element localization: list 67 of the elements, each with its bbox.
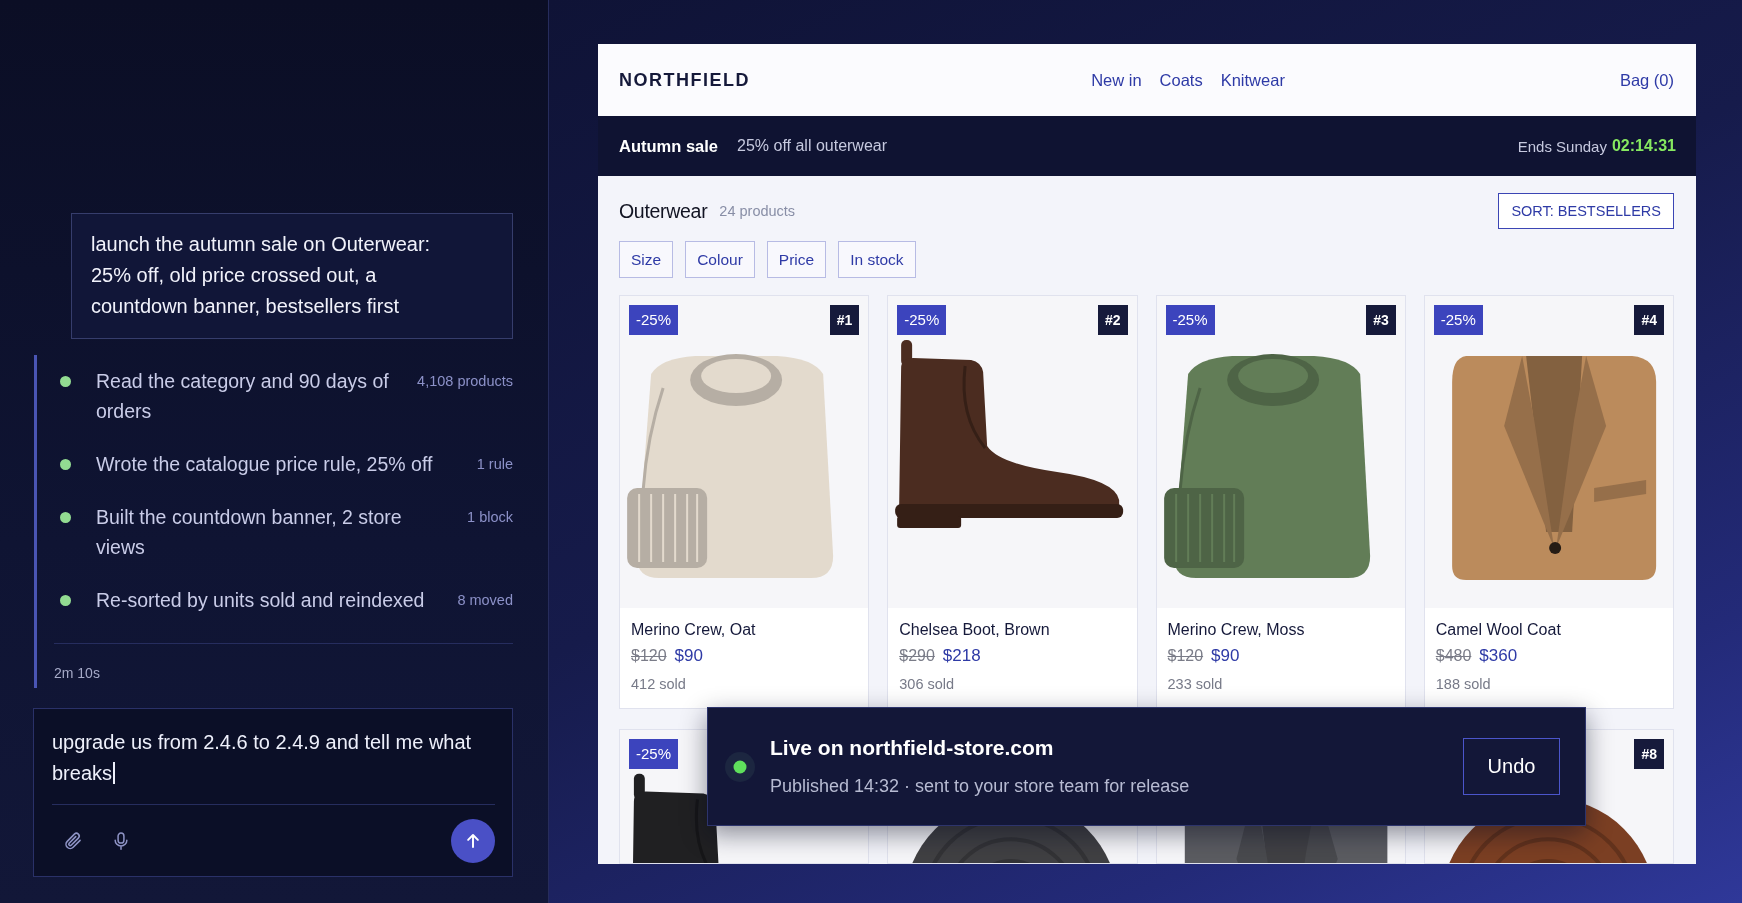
product-name: Merino Crew, Oat — [631, 620, 757, 640]
discount-badge: -25% — [1433, 305, 1483, 335]
rank-badge: #8 — [1634, 739, 1664, 769]
message-input[interactable]: upgrade us from 2.4.6 to 2.4.9 and tell me what breaks — [52, 727, 495, 789]
product-name: Merino Crew, Moss — [1167, 620, 1306, 640]
brand-logo: NORTHFIELD — [619, 69, 750, 91]
step-text: Re-sorted by units sold and reindexed — [96, 588, 426, 613]
step-meta: 4,108 products — [417, 372, 513, 391]
rank-badge: #3 — [1366, 305, 1396, 335]
product-name: Chelsea Boot, Brown — [899, 620, 1051, 640]
discount-badge: -25% — [629, 305, 679, 335]
old-price: $290 — [899, 647, 935, 665]
filter-button[interactable]: Colour — [685, 241, 755, 278]
sale-price: $360 — [1479, 646, 1518, 666]
discount-badge: -25% — [629, 739, 679, 769]
sale-ends-label: Ends Sunday — [1517, 137, 1607, 155]
step-meta: 8 moved — [457, 591, 513, 610]
sale-text: 25% off all outerwear — [737, 137, 888, 155]
rank-badge: #1 — [829, 305, 860, 335]
nav-link[interactable]: Knitwear — [1220, 70, 1285, 90]
old-price: $480 — [1435, 647, 1472, 665]
user-message: launch the autumn sale on Outerwear: 25% off, old price crossed out, a countdown banner, bestsellers first — [71, 213, 513, 339]
sort-button[interactable]: SORT: BESTSELLERS — [1498, 193, 1674, 229]
nav-link[interactable]: Coats — [1159, 70, 1203, 90]
paperclip-icon — [63, 831, 83, 851]
sold-count: 233 sold — [1167, 675, 1224, 694]
product-card[interactable]: -25% #4 Camel Wool Coat $480 $360 188 sold — [1423, 295, 1674, 709]
toast-title: Live on northfield-store.com — [770, 735, 1055, 761]
old-price: $120 — [631, 647, 667, 665]
category-title: Outerwear — [619, 199, 708, 223]
rank-badge: #2 — [1097, 305, 1128, 335]
countdown-timer: 02:14:31 — [1611, 137, 1676, 155]
nav-link[interactable]: New in — [1091, 70, 1142, 90]
bag-link[interactable]: Bag (0) — [1619, 70, 1674, 90]
step-text: Wrote the catalogue price rule, 25% off — [96, 452, 434, 477]
sold-count: 412 sold — [631, 675, 687, 694]
product-name: Camel Wool Coat — [1435, 620, 1562, 640]
sold-count: 188 sold — [1435, 675, 1492, 694]
text-cursor-icon — [113, 762, 116, 784]
product-count: 24 products — [719, 203, 796, 219]
discount-badge: -25% — [1165, 305, 1215, 335]
attach-button[interactable] — [63, 831, 83, 851]
filter-button[interactable]: Price — [766, 241, 827, 278]
product-card[interactable]: -25% #1 Merino Crew, Oat $120 $90 412 sold — [619, 295, 870, 709]
sold-count: 306 sold — [899, 675, 956, 694]
product-card[interactable]: -25% #3 Merino Crew, Moss $120 $90 233 sold — [1155, 295, 1406, 709]
filter-button[interactable]: In stock — [838, 241, 916, 278]
send-button[interactable] — [451, 819, 495, 863]
undo-button[interactable]: Undo — [1463, 738, 1560, 795]
step-text: Read the category and 90 days of orders — [96, 369, 390, 424]
toast-text: Published 14:32 · sent to your store team for release — [770, 775, 1190, 798]
elapsed-time: 2m 10s — [54, 664, 101, 682]
rank-badge: #4 — [1634, 305, 1664, 335]
discount-badge: -25% — [897, 305, 947, 335]
step-meta: 1 block — [467, 508, 513, 527]
filter-button[interactable]: Size — [619, 241, 674, 278]
sale-price: $90 — [674, 646, 703, 666]
microphone-icon — [111, 830, 131, 852]
arrow-up-icon — [464, 832, 482, 850]
product-card[interactable]: -25% #2 Chelsea Boot, Brown $290 $218 306 sold — [887, 295, 1138, 709]
sale-title: Autumn sale — [619, 136, 719, 156]
sale-price: $90 — [1211, 646, 1240, 666]
sale-price: $218 — [942, 646, 981, 666]
step-text: Built the countdown banner, 2 store views — [96, 505, 403, 560]
step-meta: 1 rule — [476, 455, 513, 474]
microphone-button[interactable] — [111, 830, 131, 852]
old-price: $120 — [1167, 647, 1204, 665]
